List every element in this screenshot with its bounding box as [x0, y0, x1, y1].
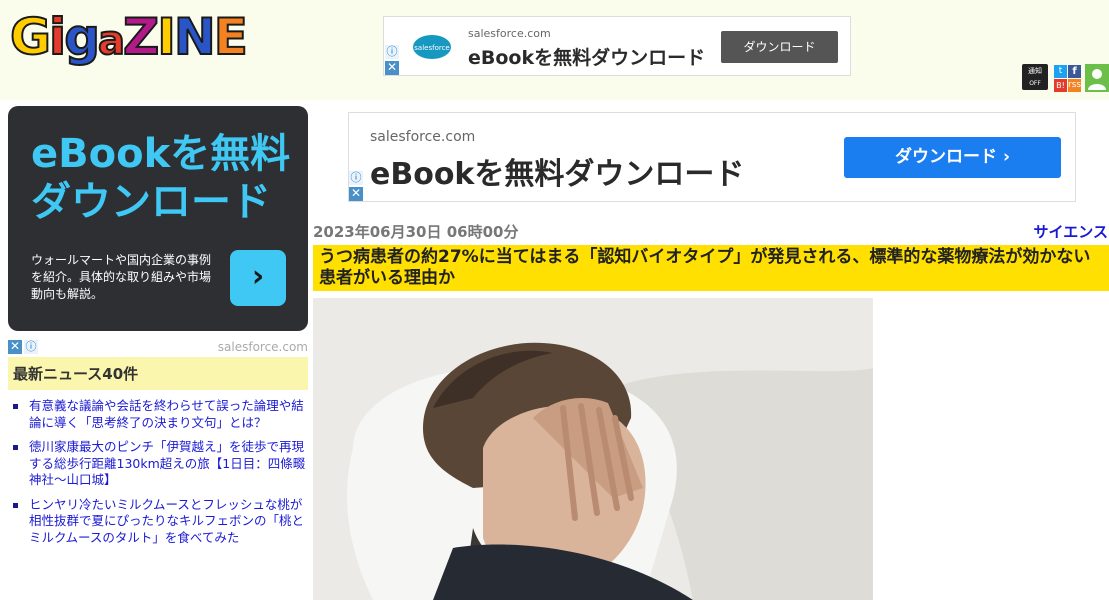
ad-domain: salesforce.com — [468, 27, 551, 40]
site-header: GigaZINE salesforce salesforce.com eBook… — [0, 0, 1109, 100]
hatena-bookmark-icon[interactable]: B! — [1054, 79, 1067, 92]
ad-close-icon[interactable]: ✕ — [385, 61, 399, 75]
notification-toggle-icon[interactable]: 通知 OFF — [1022, 64, 1048, 90]
news-link[interactable]: 有意義な議論や会話を終わらせて誤った論理や結論に導く「思考終了の決まり文句」とは… — [29, 398, 304, 430]
sidebar-ad[interactable]: eBookを無料ダウンロード ウォールマートや国内企業の事例を紹介。具体的な取り… — [8, 106, 308, 331]
news-link[interactable]: 徳川家康最大のピンチ「伊賀越え」を徒歩で再現する総歩行距離130km超えの旅【1… — [29, 439, 305, 487]
sidebar-ad-headline[interactable]: eBookを無料ダウンロード — [31, 130, 291, 226]
ad-title[interactable]: eBookを無料ダウンロード — [370, 149, 744, 193]
ad-domain: salesforce.com — [370, 129, 476, 145]
article-banner-ad[interactable]: salesforce.com eBookを無料ダウンロード ダウンロード › ⓘ… — [348, 112, 1076, 202]
adchoices-info-icon[interactable]: ⓘ — [385, 45, 399, 59]
article-hero-image — [313, 298, 873, 600]
top-banner-ad[interactable]: salesforce salesforce.com eBookを無料ダウンロード… — [383, 16, 851, 76]
site-logo[interactable]: GigaZINE — [9, 7, 249, 70]
list-item: 有意義な議論や会話を終わらせて誤った論理や結論に導く「思考終了の決まり文句」とは… — [8, 398, 308, 431]
adchoices-info-icon[interactable]: ⓘ — [24, 340, 38, 354]
man-covering-face-image — [313, 298, 873, 600]
ad-close-icon[interactable]: ✕ — [349, 187, 363, 201]
sidebar-ad-domain: salesforce.com — [217, 340, 308, 354]
svg-text:salesforce: salesforce — [414, 44, 449, 52]
sidebar-ad-arrow-button[interactable]: › — [230, 250, 286, 306]
user-account-icon[interactable] — [1085, 64, 1109, 92]
list-item: 徳川家康最大のピンチ「伊賀越え」を徒歩で再現する総歩行距離130km超えの旅【1… — [8, 439, 308, 489]
list-item: ヒンヤリ冷たいミルクムースとフレッシュな桃が相性抜群で夏にぴったりなキルフェボン… — [8, 497, 308, 547]
latest-news-heading: 最新ニュース40件 — [8, 357, 308, 390]
sidebar-ad-description: ウォールマートや国内企業の事例を紹介。具体的な取り組みや市場動向も解説。 — [31, 253, 212, 301]
adchoices-info-icon[interactable]: ⓘ — [349, 171, 363, 185]
latest-news-list: 有意義な議論や会話を終わらせて誤った論理や結論に導く「思考終了の決まり文句」とは… — [8, 398, 308, 554]
salesforce-logo-icon: salesforce — [413, 35, 451, 59]
sidebar-ad-footer: ✕ ⓘ salesforce.com — [8, 339, 308, 355]
ad-download-button[interactable]: ダウンロード — [721, 31, 838, 63]
rss-icon[interactable]: rss — [1068, 79, 1081, 92]
facebook-icon[interactable]: f — [1068, 65, 1081, 78]
article-date: 2023年06月30日 06時00分 — [313, 223, 519, 241]
ad-download-button[interactable]: ダウンロード › — [844, 137, 1061, 178]
ad-close-icon[interactable]: ✕ — [8, 340, 22, 354]
news-link[interactable]: ヒンヤリ冷たいミルクムースとフレッシュな桃が相性抜群で夏にぴったりなキルフェボン… — [29, 497, 304, 545]
article-title: うつ病患者の約27%に当てはまる「認知バイオタイプ」が発見される、標準的な薬物療… — [313, 245, 1109, 291]
twitter-icon[interactable]: t — [1054, 65, 1067, 78]
ad-title[interactable]: eBookを無料ダウンロード — [468, 43, 705, 70]
article-category-link[interactable]: サイエンス — [1033, 221, 1108, 242]
